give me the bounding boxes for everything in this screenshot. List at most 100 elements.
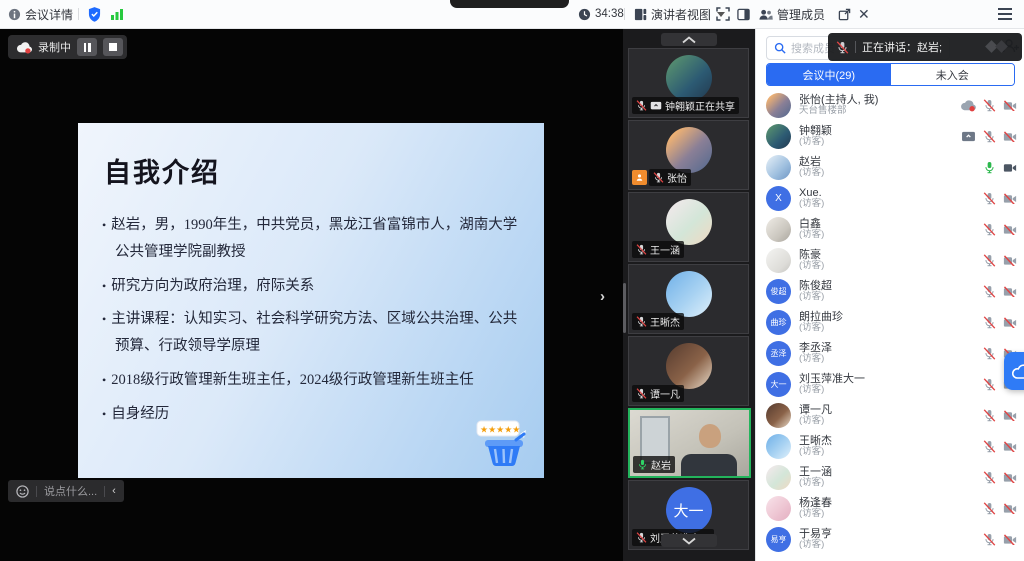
member-row[interactable]: 赵岩 (访客) — [756, 152, 1024, 183]
tab-in-meeting[interactable]: 会议中(29) — [767, 64, 891, 85]
mic-off-icon[interactable] — [983, 533, 996, 546]
cam-off-icon[interactable] — [1003, 534, 1017, 546]
video-thumbnail[interactable]: 谭一凡 — [628, 336, 749, 406]
mic-off-icon[interactable] — [983, 223, 996, 236]
chat-quick-input[interactable]: 说点什么... ‹ — [8, 480, 124, 502]
mic-off-icon[interactable] — [983, 378, 996, 391]
member-role: (访客) — [799, 168, 824, 179]
mic-off-icon[interactable] — [983, 192, 996, 205]
mic-off-icon[interactable] — [983, 440, 996, 453]
mic-off-icon[interactable] — [983, 502, 996, 515]
meeting-details-button[interactable]: 会议详情 — [8, 0, 73, 28]
sharing-toolbar-notch[interactable] — [450, 0, 569, 8]
cam-on-icon[interactable] — [1003, 162, 1017, 174]
fullscreen-button[interactable] — [716, 0, 730, 28]
close-panel-button[interactable]: ✕ — [858, 0, 870, 28]
member-role: (访客) — [799, 354, 832, 365]
member-row[interactable]: 陈豪 (访客) — [756, 245, 1024, 276]
manage-members-button[interactable]: 管理成员 — [758, 0, 825, 28]
slide-bullet: 2018级行政管理新生班主任，2024级行政管理新生班主任 — [102, 367, 520, 394]
cam-off-icon[interactable] — [1003, 410, 1017, 422]
thumbnail-label: 赵岩 — [633, 456, 675, 473]
network-signal-icon[interactable] — [110, 0, 124, 28]
video-thumbnail[interactable]: 张怡 — [628, 120, 749, 190]
avatar: 易亨 — [766, 527, 791, 552]
chat-placeholder[interactable]: 说点什么... — [44, 483, 97, 499]
strip-scrollbar[interactable] — [623, 283, 626, 333]
mic-off-icon[interactable] — [983, 285, 996, 298]
collapse-chat-icon[interactable]: ‹ — [112, 485, 116, 497]
tab-not-joined[interactable]: 未入会 — [891, 64, 1015, 85]
stop-recording-button[interactable] — [103, 38, 123, 56]
member-status-icons — [983, 254, 1017, 267]
shared-screen-area: 录制中 自我介绍 赵岩，男，1990年生，中共党员，黑龙江省富锦市人，湖南大学公… — [0, 28, 623, 561]
cam-off-icon[interactable] — [1003, 441, 1017, 453]
thumbnail-label: 王晰杰 — [632, 313, 684, 330]
member-row[interactable]: 钟翱颖 (访客) — [756, 121, 1024, 152]
manage-members-label: 管理成员 — [777, 6, 825, 23]
slide-bullet: 自身经历 — [102, 401, 520, 428]
member-status-icons — [983, 316, 1017, 329]
member-row[interactable]: 易亨 于易亨 (访客) — [756, 524, 1024, 555]
mic-off-icon[interactable] — [983, 99, 996, 112]
pause-recording-button[interactable] — [77, 38, 97, 56]
member-row[interactable]: 大一 刘玉萍准大一 (访客) — [756, 369, 1024, 400]
scroll-down-button[interactable] — [661, 534, 717, 547]
avatar — [766, 217, 791, 242]
video-thumbnail[interactable]: 王晰杰 — [628, 264, 749, 334]
scroll-up-button[interactable] — [661, 33, 717, 46]
avatar — [766, 155, 791, 180]
member-row[interactable]: 白鑫 (访客) — [756, 214, 1024, 245]
popout-panel-button[interactable] — [838, 0, 851, 28]
cam-off-icon[interactable] — [1003, 503, 1017, 515]
view-mode-label: 演讲者视图 — [651, 6, 711, 23]
thumbnail-label: 钟翱颖正在共享 — [632, 97, 739, 114]
share-lt-icon — [650, 101, 662, 111]
presentation-slide: 自我介绍 赵岩，男，1990年生，中共党员，黑龙江省富锦市人，湖南大学公共管理学… — [78, 123, 544, 478]
cam-off-icon[interactable] — [1003, 131, 1017, 143]
video-thumbnail[interactable]: 钟翱颖正在共享 — [628, 48, 749, 118]
mic-off-icon[interactable] — [983, 254, 996, 267]
member-row[interactable]: 丞泽 李丞泽 (访客) — [756, 338, 1024, 369]
cam-off-icon[interactable] — [1003, 224, 1017, 236]
emoji-icon[interactable] — [16, 485, 29, 498]
participant-name: 赵岩 — [651, 457, 671, 472]
mic-off-icon[interactable] — [983, 471, 996, 484]
expand-strip-chevron[interactable]: › — [600, 288, 605, 305]
cam-off-icon[interactable] — [1003, 193, 1017, 205]
mic-off-icon[interactable] — [983, 130, 996, 143]
member-row[interactable]: 俊超 陈俊超 (访客) — [756, 276, 1024, 307]
cam-off-icon[interactable] — [1003, 100, 1017, 112]
security-shield-icon[interactable] — [88, 0, 101, 28]
video-thumbnail[interactable]: 王一涵 — [628, 192, 749, 262]
cam-off-icon[interactable] — [1003, 317, 1017, 329]
mic-on-icon[interactable] — [983, 161, 996, 174]
mic-off-icon[interactable] — [983, 409, 996, 422]
more-menu-button[interactable] — [998, 0, 1012, 28]
member-row[interactable]: X Xue. (访客) — [756, 183, 1024, 214]
mic-off-icon — [636, 388, 647, 399]
cloud-docs-floating-button[interactable] — [1004, 352, 1024, 390]
video-thumbnail[interactable]: 赵岩 — [628, 408, 751, 478]
cam-off-icon[interactable] — [1003, 472, 1017, 484]
divider — [36, 486, 37, 497]
member-row[interactable]: 曲珍 朗拉曲珍 (访客) — [756, 307, 1024, 338]
cam-off-icon[interactable] — [1003, 286, 1017, 298]
view-mode-button[interactable]: 演讲者视图 — [634, 0, 725, 28]
member-row[interactable]: 张怡(主持人, 我) 天台售楼部 — [756, 90, 1024, 121]
member-row[interactable]: 杨逢春 (访客) — [756, 493, 1024, 524]
cam-off-icon[interactable] — [1003, 255, 1017, 267]
member-row[interactable]: 谭一凡 (访客) — [756, 400, 1024, 431]
sticker-stars: ★★★★★ — [480, 425, 520, 435]
member-row[interactable]: 王一涵 (访客) — [756, 462, 1024, 493]
avatar — [766, 124, 791, 149]
sidebar-toggle-button[interactable] — [737, 0, 750, 28]
member-role: (访客) — [799, 137, 832, 148]
mic-off-icon[interactable] — [983, 316, 996, 329]
member-row[interactable]: 王晰杰 (访客) — [756, 431, 1024, 462]
pause-icon — [84, 43, 91, 52]
thumbnail-label: 王一涵 — [632, 241, 684, 258]
avatar — [766, 248, 791, 273]
brand-diamonds-icon — [982, 38, 1014, 56]
mic-off-icon[interactable] — [983, 347, 996, 360]
